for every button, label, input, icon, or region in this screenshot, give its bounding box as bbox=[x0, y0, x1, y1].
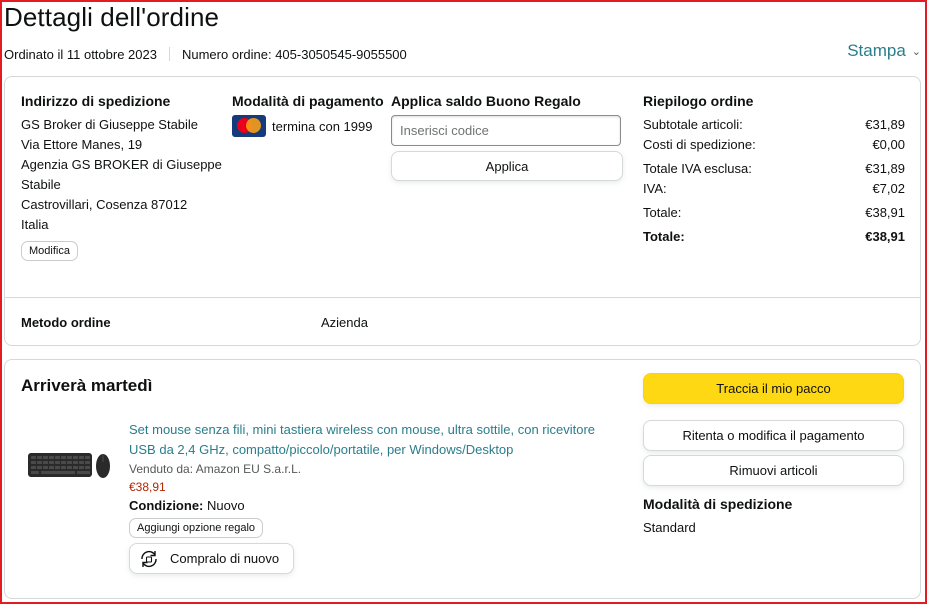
order-date: Ordinato il 11 ottobre 2023 bbox=[4, 46, 157, 62]
product-price: €38,91 bbox=[129, 480, 166, 494]
gift-code-input[interactable] bbox=[391, 115, 621, 146]
apply-gift-button[interactable]: Applica bbox=[391, 151, 623, 181]
address-line: Italia bbox=[21, 217, 49, 232]
summary-heading: Riepilogo ordine bbox=[643, 93, 754, 109]
section-divider bbox=[5, 297, 920, 298]
summary-value: €0,00 bbox=[872, 137, 905, 152]
payment-method: Modalità di pagamento termina con 1999 bbox=[232, 93, 392, 137]
gift-card-section: Applica saldo Buono Regalo Applica bbox=[391, 93, 627, 181]
order-meta: Ordinato il 11 ottobre 2023 Numero ordin… bbox=[4, 46, 407, 62]
track-package-button[interactable]: Traccia il mio pacco bbox=[643, 373, 904, 404]
product-title-link[interactable]: Set mouse senza fili, mini tastiera wire… bbox=[129, 420, 619, 460]
buy-again-button[interactable]: Compralo di nuovo bbox=[129, 543, 294, 574]
condition-value: Nuovo bbox=[207, 498, 245, 513]
address-line: Via Ettore Manes, 19 bbox=[21, 137, 143, 152]
summary-row-subtotal: Subtotale articoli: €31,89 bbox=[643, 115, 905, 135]
order-method-label: Metodo ordine bbox=[21, 315, 111, 330]
shipment-actions: Traccia il mio pacco Ritenta o modifica … bbox=[643, 373, 904, 535]
summary-value: €31,89 bbox=[865, 161, 905, 176]
shipping-address: Indirizzo di spedizione GS Broker di Giu… bbox=[21, 93, 226, 261]
address-line: Castrovillari, Cosenza 87012 bbox=[21, 197, 188, 212]
buy-again-icon bbox=[141, 550, 157, 567]
shipping-mode-value: Standard bbox=[643, 520, 696, 535]
address-line: Stabile bbox=[21, 177, 61, 192]
product-block: Set mouse senza fili, mini tastiera wire… bbox=[129, 420, 619, 574]
edit-address-button[interactable]: Modifica bbox=[21, 241, 78, 261]
order-method-value: Azienda bbox=[321, 315, 368, 330]
meta-divider bbox=[168, 47, 170, 61]
print-button[interactable]: Stampa ⌄ bbox=[847, 41, 921, 61]
remove-items-button[interactable]: Rimuovi articoli bbox=[643, 455, 904, 486]
summary-row-shipping: Costi di spedizione: €0,00 bbox=[643, 135, 905, 155]
payment-heading: Modalità di pagamento bbox=[232, 93, 384, 109]
summary-label: Costi di spedizione: bbox=[643, 137, 756, 152]
shipping-mode-heading: Modalità di spedizione bbox=[643, 496, 793, 512]
mastercard-icon bbox=[232, 115, 266, 137]
shipping-address-heading: Indirizzo di spedizione bbox=[21, 93, 171, 109]
delivery-heading: Arriverà martedì bbox=[21, 376, 153, 395]
summary-row-vat: IVA: €7,02 bbox=[643, 179, 905, 199]
keyboard-mouse-image[interactable] bbox=[27, 446, 113, 482]
product-condition: Condizione: Nuovo bbox=[129, 498, 619, 513]
shipment-card: Arriverà martedì Set mouse senza fili, m… bbox=[4, 359, 921, 599]
add-gift-option-button[interactable]: Aggiungi opzione regalo bbox=[129, 518, 264, 538]
chevron-down-icon: ⌄ bbox=[911, 45, 921, 58]
product-seller: Venduto da: Amazon EU S.a.r.L. bbox=[129, 462, 302, 476]
summary-row-total: Totale: €38,91 bbox=[643, 203, 905, 223]
payment-card-row: termina con 1999 bbox=[232, 115, 392, 137]
summary-value: €7,02 bbox=[872, 181, 905, 196]
gift-card-heading: Applica saldo Buono Regalo bbox=[391, 93, 581, 109]
summary-label: Totale: bbox=[643, 205, 682, 220]
buy-again-label: Compralo di nuovo bbox=[170, 551, 280, 566]
summary-label: Totale IVA esclusa: bbox=[643, 161, 752, 176]
summary-row-grand-total: Totale: €38,91 bbox=[643, 227, 905, 247]
order-number: Numero ordine: 405-3050545-9055500 bbox=[181, 46, 407, 62]
summary-row-net: Totale IVA esclusa: €31,89 bbox=[643, 159, 905, 179]
summary-label: Totale: bbox=[643, 229, 685, 244]
page-title: Dettagli dell'ordine bbox=[4, 2, 220, 32]
summary-value: €38,91 bbox=[865, 229, 905, 244]
address-line: GS Broker di Giuseppe Stabile bbox=[21, 117, 199, 132]
order-info-card: Indirizzo di spedizione GS Broker di Giu… bbox=[4, 76, 921, 346]
order-summary: Riepilogo ordine Subtotale articoli: €31… bbox=[643, 93, 905, 247]
print-label: Stampa bbox=[847, 41, 906, 60]
summary-label: Subtotale articoli: bbox=[643, 117, 743, 132]
summary-value: €38,91 bbox=[865, 205, 905, 220]
summary-value: €31,89 bbox=[865, 117, 905, 132]
retry-payment-button[interactable]: Ritenta o modifica il pagamento bbox=[643, 420, 904, 451]
card-ending: termina con 1999 bbox=[272, 118, 373, 134]
summary-label: IVA: bbox=[643, 181, 667, 196]
address-line: Agenzia GS BROKER di Giuseppe bbox=[21, 157, 222, 172]
condition-label: Condizione: bbox=[129, 498, 204, 513]
